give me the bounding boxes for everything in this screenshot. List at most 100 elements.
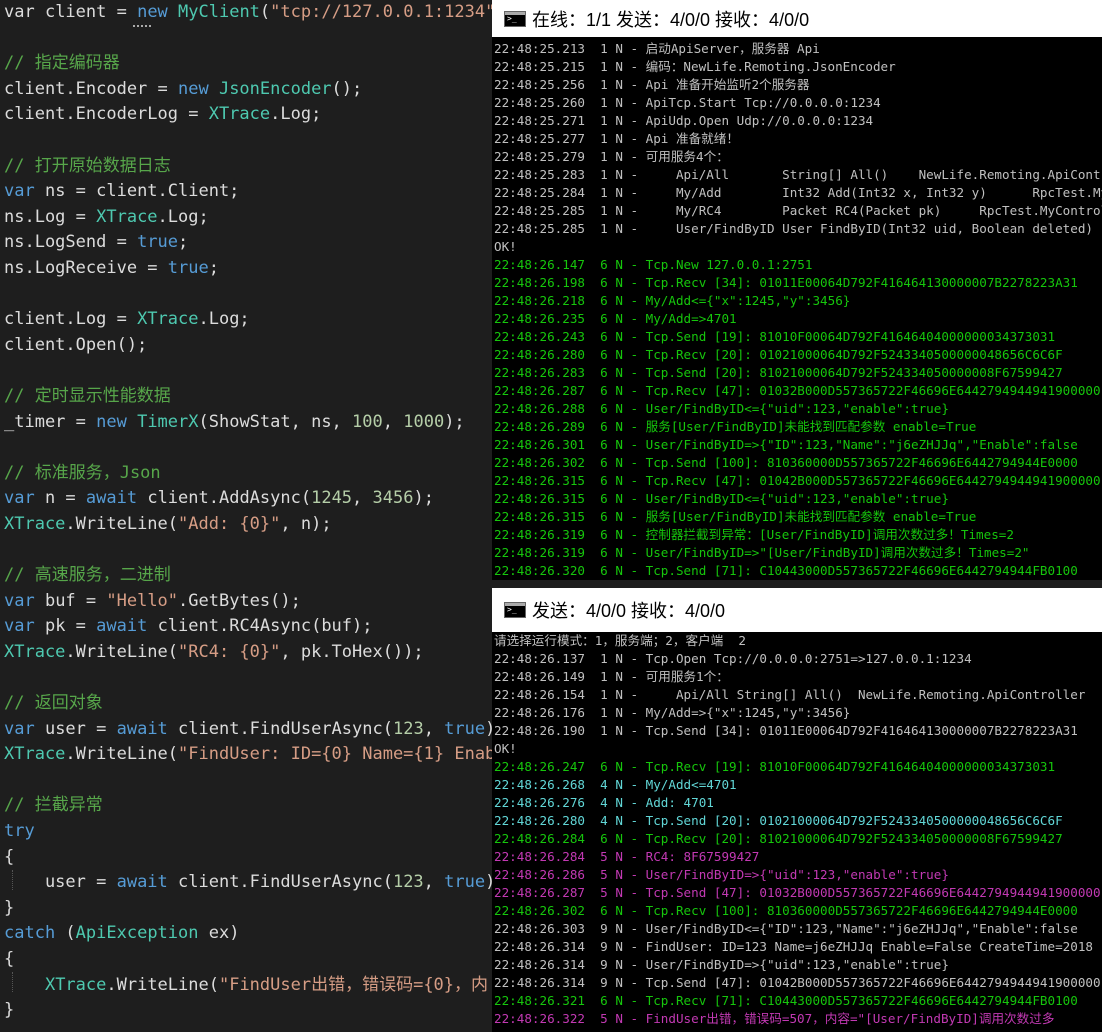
client-console-window[interactable]: 发送：4/0/0 接收：4/0/0 请选择运行模式：1，服务端；2，客户端 2 2… (492, 588, 1102, 1032)
code-token: XTrace (4, 744, 66, 765)
code-token: var (4, 718, 45, 739)
code-line[interactable] (4, 358, 492, 384)
client-console-title: 发送：4/0/0 接收：4/0/0 (532, 601, 726, 621)
code-line[interactable]: // 指定编码器 (4, 51, 492, 77)
log-line: 22:48:26.176 1 N - My/Add=>{"x":1245,"y"… (494, 705, 851, 720)
suggestion-dots (133, 22, 151, 27)
code-line[interactable] (4, 128, 492, 154)
code-token: catch (4, 923, 66, 944)
code-token: ); (444, 411, 465, 432)
log-line: 22:48:26.137 1 N - Tcp.Open Tcp://0.0.0.… (494, 651, 972, 666)
code-token: XTrace (44, 974, 107, 995)
code-token: , (382, 411, 404, 432)
server-console-titlebar[interactable]: 在线：1/1 发送：4/0/0 接收：4/0/0 (492, 0, 1102, 37)
code-line[interactable] (4, 282, 492, 308)
code-line[interactable]: XTrace.WriteLine("Add: {0}", n); (4, 512, 492, 538)
log-line: 22:48:26.303 9 N - User/FindByID<={"ID":… (494, 921, 1078, 936)
log-line: 22:48:25.285 1 N - My/RC4 Packet RC4(Pac… (494, 203, 1102, 218)
code-token: ns = client.Client; (44, 181, 240, 202)
code-token: 3456 (372, 488, 414, 509)
log-line: 22:48:26.218 6 N - My/Add<={"x":1245,"y"… (494, 293, 851, 308)
code-line[interactable] (4, 665, 492, 691)
code-token: try (4, 821, 35, 841)
log-line: 22:48:26.320 6 N - Tcp.Send [71]: C10443… (494, 563, 1078, 578)
code-line[interactable]: _timer = new TimerX(ShowStat, ns, 100, 1… (4, 410, 492, 436)
code-token: "FindUser: ID={0} Name={1} Enabl (178, 744, 492, 765)
code-line[interactable]: // 打开原始数据日志 (4, 154, 492, 180)
code-line[interactable]: // 拦截异常 (4, 793, 492, 819)
code-token: TimerX (137, 411, 199, 432)
code-token: client.Encoder = (4, 78, 178, 99)
log-line: 22:48:26.322 5 N - FindUser出错，错误码=507，内容… (494, 1011, 1055, 1026)
log-line: 22:48:26.287 6 N - Tcp.Recv [47]: 01032B… (494, 383, 1101, 398)
code-line[interactable]: { (4, 845, 492, 871)
code-line[interactable]: var n = await client.AddAsync(1245, 3456… (4, 486, 492, 512)
code-token: 1245 (311, 488, 353, 509)
code-token: var (4, 488, 45, 509)
code-line[interactable]: // 标准服务，Json (4, 461, 492, 487)
log-line: 22:48:26.321 6 N - Tcp.Recv [71]: C10443… (494, 993, 1078, 1008)
code-token: .Log; (270, 104, 322, 125)
code-token: // 标准服务，Json (4, 462, 161, 483)
code-editor[interactable]: var client = new MyClient("tcp://127.0.0… (0, 0, 492, 1032)
code-line[interactable]: // 定时显示性能数据 (4, 384, 492, 410)
code-line[interactable]: ns.LogSend = true; (4, 230, 492, 256)
code-line[interactable]: ns.LogReceive = true; (4, 256, 492, 282)
code-line[interactable] (4, 537, 492, 563)
code-line[interactable]: ns.Log = XTrace.Log; (4, 205, 492, 231)
code-token: .WriteLine( (65, 744, 179, 765)
code-line[interactable]: // 返回对象 (4, 691, 492, 717)
log-line: 22:48:26.315 6 N - Tcp.Recv [47]: 01042B… (494, 473, 1101, 488)
code-line[interactable]: } (4, 998, 492, 1024)
code-token: "FindUser出错，错误码={0}，内 (218, 974, 489, 995)
code-token: ); (485, 872, 492, 892)
code-token: .WriteLine( (65, 641, 179, 662)
code-line[interactable]: } (4, 896, 492, 922)
code-line[interactable]: // 高速服务，二进制 (4, 563, 492, 589)
code-line[interactable]: client.Log = XTrace.Log; (4, 307, 492, 333)
code-line[interactable]: var user = await client.FindUserAsync(12… (4, 717, 492, 743)
client-console-titlebar[interactable]: 发送：4/0/0 接收：4/0/0 (492, 588, 1102, 632)
code-token: ns.Log = (4, 206, 97, 227)
log-line: OK! (494, 239, 517, 254)
code-line[interactable] (4, 435, 492, 461)
code-line[interactable]: { (4, 947, 492, 973)
code-line[interactable]: var client = new MyClient("tcp://127.0.0… (4, 0, 492, 26)
code-line[interactable]: client.EncoderLog = XTrace.Log; (4, 102, 492, 128)
code-line[interactable]: try (4, 819, 492, 845)
code-line[interactable]: var ns = client.Client; (4, 179, 492, 205)
log-line: 22:48:26.301 6 N - User/FindByID=>{"ID":… (494, 437, 1078, 452)
code-line[interactable]: client.Encoder = new JsonEncoder(); (4, 77, 492, 103)
code-token: MyClient (178, 2, 260, 22)
log-line: 22:48:26.302 6 N - Tcp.Send [100]: 81036… (494, 455, 1078, 470)
code-line[interactable] (4, 768, 492, 794)
code-token: client.EncoderLog = (4, 104, 209, 125)
code-text[interactable]: var client = new MyClient("tcp://127.0.0… (4, 0, 492, 1024)
code-token: } (4, 1000, 15, 1021)
log-line: 22:48:25.284 1 N - My/Add Int32 Add(Int3… (494, 185, 1102, 200)
code-line[interactable]: user = await client.FindUserAsync(123, t… (4, 870, 492, 896)
log-line: 22:48:25.260 1 N - ApiTcp.Start Tcp://0.… (494, 95, 881, 110)
code-line[interactable]: XTrace.WriteLine("RC4: {0}", pk.ToHex())… (4, 640, 492, 666)
log-line: 22:48:26.319 6 N - User/FindByID=>"[User… (494, 545, 1030, 560)
code-line[interactable]: XTrace.WriteLine("FindUser出错，错误码={0}，内 (4, 973, 492, 999)
code-token: // 返回对象 (4, 693, 103, 714)
code-line[interactable]: client.Open(); (4, 333, 492, 359)
code-token: .Log; (157, 206, 209, 227)
code-line[interactable]: catch (ApiException ex) (4, 921, 492, 947)
code-line[interactable]: XTrace.WriteLine("FindUser: ID={0} Name=… (4, 742, 492, 768)
log-line: 22:48:25.271 1 N - ApiUdp.Open Udp://0.0… (494, 113, 874, 128)
log-line: 22:48:26.283 6 N - Tcp.Send [20]: 810210… (494, 365, 1063, 380)
code-token: ( (65, 923, 76, 944)
code-token: .GetBytes(); (178, 590, 301, 611)
code-token: var (4, 181, 45, 202)
code-line[interactable] (4, 26, 492, 52)
code-line[interactable]: var pk = await client.RC4Async(buf); (4, 614, 492, 640)
code-token: XTrace (4, 641, 66, 662)
log-line: 22:48:25.256 1 N - Api 准备开始监听2个服务器 (494, 77, 810, 92)
log-line: 22:48:26.198 6 N - Tcp.Recv [34]: 01011E… (494, 275, 1078, 290)
server-console-window[interactable]: 在线：1/1 发送：4/0/0 接收：4/0/0 22:48:25.213 1 … (492, 0, 1102, 580)
code-token: XTrace (96, 206, 158, 227)
code-token: "RC4: {0}" (178, 641, 281, 662)
code-line[interactable]: var buf = "Hello".GetBytes(); (4, 589, 492, 615)
